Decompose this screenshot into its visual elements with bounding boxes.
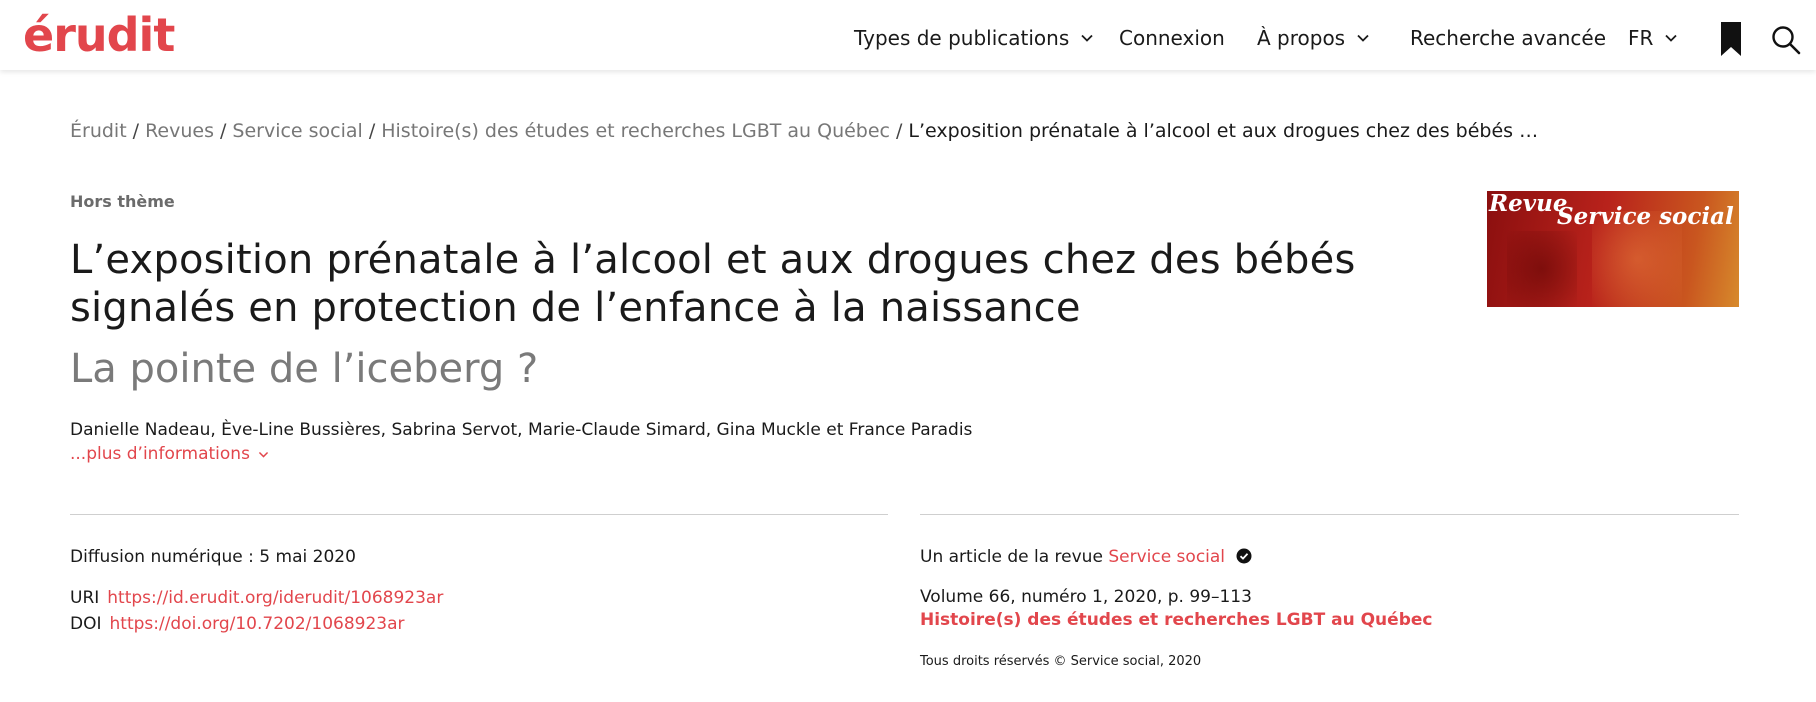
journal-row: Un article de la revue Service social (920, 545, 1252, 569)
nav-a-propos[interactable]: À propos (1257, 24, 1371, 52)
cover-decoration (1507, 231, 1577, 307)
breadcrumb-issue[interactable]: Histoire(s) des études et recherches LGB… (381, 120, 890, 142)
nav-connexion-label: Connexion (1119, 26, 1225, 50)
language-label: FR (1628, 26, 1654, 50)
breadcrumb-separator: / (368, 120, 376, 142)
article-title: L’exposition prénatale à l’alcool et aux… (70, 236, 1370, 332)
rights-notice: Tous droits réservés © Service social, 2… (920, 654, 1202, 669)
bookmark-icon[interactable] (1720, 21, 1742, 57)
issue-link[interactable]: Histoire(s) des études et recherches LGB… (920, 610, 1432, 630)
breadcrumb-current: L’exposition prénatale à l’alcool et aux… (908, 120, 1539, 142)
breadcrumb: Érudit / Revues / Service social / Histoire(s)… (70, 118, 1538, 144)
breadcrumb-separator: / (132, 120, 140, 142)
nav-about-label: À propos (1257, 26, 1346, 50)
uri-link[interactable]: https://id.erudit.org/iderudit/1068923ar (107, 588, 443, 608)
breadcrumb-separator: / (219, 120, 227, 142)
nav-connexion[interactable]: Connexion (1119, 24, 1225, 52)
verified-check-icon (1236, 548, 1252, 564)
chevron-down-icon (1663, 30, 1679, 46)
cover-word-service-social: Service social (1557, 203, 1734, 230)
uri-label: URI (70, 588, 100, 608)
chevron-down-icon (1355, 30, 1371, 46)
article-subtitle: La pointe de l’iceberg ? (70, 346, 539, 392)
cover-word-revue: Revue (1489, 191, 1568, 217)
language-selector[interactable]: FR (1628, 24, 1679, 52)
chevron-down-icon (257, 448, 270, 461)
uri-row: URI https://id.erudit.org/iderudit/106892… (70, 586, 443, 610)
article-title-line1: L’exposition prénatale à l’alcool et aux… (70, 237, 1356, 283)
nav-recherche-avancee[interactable]: Recherche avancée (1410, 24, 1606, 52)
doi-label: DOI (70, 614, 102, 634)
article-title-line2: signalés en protection de l’enfance à la… (70, 285, 1081, 331)
search-icon[interactable] (1771, 25, 1801, 55)
breadcrumb-erudit[interactable]: Érudit (70, 120, 127, 142)
article-of-label: Un article de la revue (920, 547, 1103, 567)
more-info-label: ...plus d’informations (70, 444, 250, 464)
divider-left (70, 514, 888, 515)
journal-link[interactable]: Service social (1108, 547, 1225, 567)
diffusion-date: Diffusion numérique : 5 mai 2020 (70, 547, 356, 567)
breadcrumb-service-social[interactable]: Service social (232, 120, 362, 142)
volume-info: Volume 66, numéro 1, 2020, p. 99–113 (920, 587, 1252, 607)
breadcrumb-separator: / (896, 120, 903, 142)
article-authors: Danielle Nadeau, Ève-Line Bussières, Sab… (70, 420, 973, 440)
nav-types-label: Types de publications (854, 26, 1070, 50)
nav-advanced-search-label: Recherche avancée (1410, 26, 1607, 50)
journal-cover-image[interactable]: Revue Service social (1487, 191, 1739, 307)
more-info-toggle[interactable]: ...plus d’informations (70, 444, 270, 464)
breadcrumb-revues[interactable]: Revues (145, 120, 214, 142)
site-header: érudit Types de publications Connexion À… (0, 0, 1816, 70)
nav-types-de-publications[interactable]: Types de publications (854, 24, 1095, 52)
erudit-logo[interactable]: érudit (23, 6, 175, 64)
chevron-down-icon (1079, 30, 1095, 46)
divider-right (920, 514, 1739, 515)
section-label: Hors thème (70, 192, 175, 211)
doi-row: DOI https://doi.org/10.7202/1068923ar (70, 612, 405, 636)
doi-link[interactable]: https://doi.org/10.7202/1068923ar (110, 614, 405, 634)
